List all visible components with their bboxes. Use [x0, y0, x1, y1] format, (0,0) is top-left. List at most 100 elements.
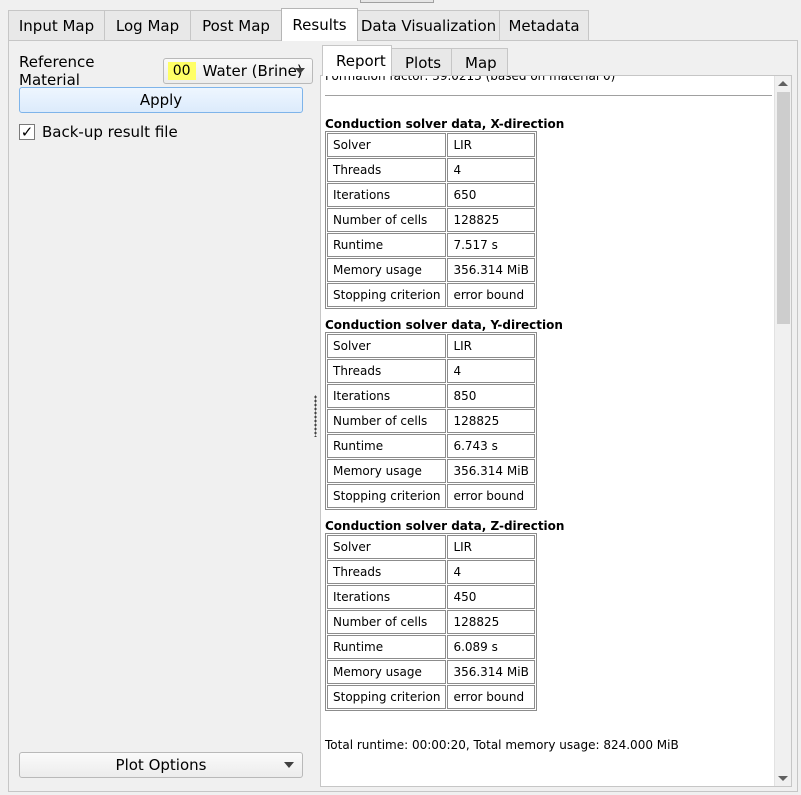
table-row: Solver LIR: [327, 133, 535, 157]
report-divider: [325, 95, 772, 96]
row-value: 450: [447, 585, 535, 609]
row-key: Stopping criterion: [327, 484, 447, 508]
table-row: Threads 4: [327, 560, 535, 584]
solver-table-y: Solver LIR Threads 4 Iterations 850 Number …: [325, 332, 537, 510]
row-key: Runtime: [327, 233, 447, 257]
material-id-badge: 00: [167, 62, 196, 80]
row-key: Memory usage: [327, 459, 447, 483]
row-value: 6.743 s: [447, 434, 535, 458]
row-key: Number of cells: [327, 409, 447, 433]
table-row: Number of cells 128825: [327, 409, 535, 433]
table-row: Iterations 850: [327, 384, 535, 408]
scroll-down-icon[interactable]: [778, 776, 788, 781]
apply-button[interactable]: Apply: [19, 87, 303, 113]
report-view[interactable]: Formation factor: 39.0213 (based on mate…: [320, 75, 792, 787]
tab-results[interactable]: Results: [281, 8, 358, 41]
row-value: 356.314 MiB: [447, 258, 535, 282]
section-title-x: Conduction solver data, X-direction: [325, 117, 565, 131]
table-row: Memory usage 356.314 MiB: [327, 459, 535, 483]
table-row: Iterations 450: [327, 585, 535, 609]
row-value: LIR: [447, 535, 535, 559]
tab-plots[interactable]: Plots: [391, 48, 452, 76]
table-row: Memory usage 356.314 MiB: [327, 660, 535, 684]
tab-input-map[interactable]: Input Map: [8, 10, 105, 41]
tab-map[interactable]: Map: [451, 48, 508, 76]
row-key: Iterations: [327, 183, 447, 207]
row-key: Threads: [327, 158, 447, 182]
row-value: error bound: [447, 283, 535, 307]
row-key: Iterations: [327, 585, 447, 609]
row-value: 128825: [447, 208, 535, 232]
row-value: 6.089 s: [447, 635, 535, 659]
main-tab-bar: Input Map Log Map Post Map Results Data …: [8, 8, 589, 41]
left-panel: Reference Material 00 Water (Brine) Appl…: [8, 41, 313, 791]
total-summary: Total runtime: 00:00:20, Total memory us…: [325, 738, 679, 752]
row-key: Memory usage: [327, 258, 447, 282]
plot-options-label: Plot Options: [115, 756, 207, 774]
tab-metadata[interactable]: Metadata: [499, 10, 589, 41]
top-window-stub: [360, 0, 434, 3]
solver-table-z: Solver LIR Threads 4 Iterations 450 Number …: [325, 533, 537, 711]
table-row: Runtime 7.517 s: [327, 233, 535, 257]
section-title-y: Conduction solver data, Y-direction: [325, 318, 563, 332]
chevron-down-icon: [284, 762, 294, 768]
table-row: Runtime 6.089 s: [327, 635, 535, 659]
reference-material-label: Reference Material: [19, 53, 95, 89]
row-key: Threads: [327, 359, 447, 383]
row-key: Number of cells: [327, 610, 447, 634]
row-key: Solver: [327, 535, 447, 559]
row-value: 128825: [447, 409, 535, 433]
checkmark-icon: ✓: [20, 123, 34, 141]
table-row: Stopping criterion error bound: [327, 484, 535, 508]
material-name: Water (Brine): [202, 62, 303, 80]
plot-options-dropdown[interactable]: Plot Options: [19, 752, 303, 778]
row-key: Number of cells: [327, 208, 447, 232]
sub-tab-bar: Report Plots Map: [322, 45, 508, 76]
table-row: Iterations 650: [327, 183, 535, 207]
row-value: 4: [447, 359, 535, 383]
table-row: Number of cells 128825: [327, 208, 535, 232]
table-row: Number of cells 128825: [327, 610, 535, 634]
row-key: Stopping criterion: [327, 283, 447, 307]
row-key: Runtime: [327, 434, 447, 458]
report-scrollbar[interactable]: [774, 76, 791, 786]
report-content: Formation factor: 39.0213 (based on mate…: [325, 75, 775, 752]
row-value: 4: [447, 560, 535, 584]
table-row: Stopping criterion error bound: [327, 685, 535, 709]
table-row: Threads 4: [327, 158, 535, 182]
row-value: LIR: [447, 334, 535, 358]
row-value: error bound: [447, 484, 535, 508]
backup-result-label: Back-up result file: [42, 123, 178, 141]
table-row: Stopping criterion error bound: [327, 283, 535, 307]
row-value: 7.517 s: [447, 233, 535, 257]
right-panel: Report Plots Map Formation factor: 39.02…: [317, 41, 796, 791]
table-row: Threads 4: [327, 359, 535, 383]
row-key: Stopping criterion: [327, 685, 447, 709]
row-key: Runtime: [327, 635, 447, 659]
reference-material-dropdown[interactable]: 00 Water (Brine): [162, 58, 313, 84]
row-key: Threads: [327, 560, 447, 584]
section-title-z: Conduction solver data, Z-direction: [325, 519, 565, 533]
table-row: Runtime 6.743 s: [327, 434, 535, 458]
formation-factor-line: Formation factor: 39.0213 (based on mate…: [325, 75, 616, 83]
tab-post-map[interactable]: Post Map: [190, 10, 282, 41]
row-value: 356.314 MiB: [447, 459, 535, 483]
row-value: 356.314 MiB: [447, 660, 535, 684]
scroll-up-icon[interactable]: [778, 81, 788, 86]
row-key: Solver: [327, 133, 447, 157]
row-key: Solver: [327, 334, 447, 358]
scroll-thumb[interactable]: [777, 92, 790, 324]
chevron-down-icon: [295, 68, 305, 74]
tab-data-visualization[interactable]: Data Visualization: [357, 10, 500, 41]
backup-result-checkbox[interactable]: ✓: [19, 124, 35, 140]
row-value: 650: [447, 183, 535, 207]
tab-log-map[interactable]: Log Map: [104, 10, 191, 41]
tab-report[interactable]: Report: [322, 45, 392, 76]
table-row: Solver LIR: [327, 535, 535, 559]
row-value: 4: [447, 158, 535, 182]
reference-material-row: Reference Material 00 Water (Brine): [19, 53, 313, 89]
backup-result-row[interactable]: ✓ Back-up result file: [19, 123, 178, 141]
solver-table-x: Solver LIR Threads 4 Iterations 650 Number …: [325, 131, 537, 309]
row-key: Iterations: [327, 384, 447, 408]
table-row: Solver LIR: [327, 334, 535, 358]
